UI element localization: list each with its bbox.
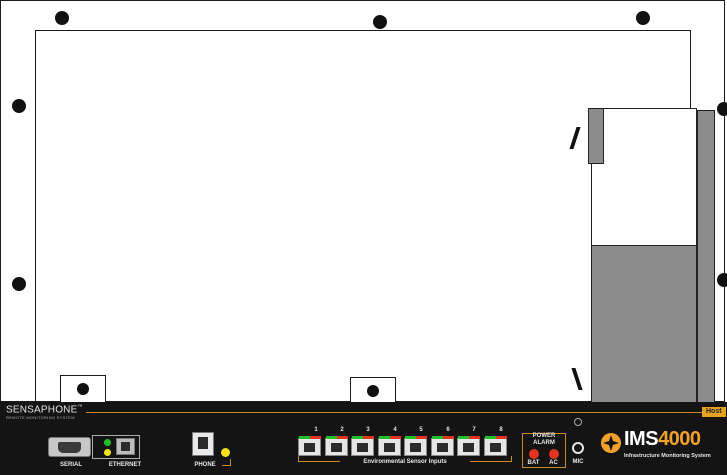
power-module-clip: [588, 108, 604, 164]
mic-button[interactable]: [572, 442, 584, 454]
sensor-input-4[interactable]: [378, 436, 401, 456]
sensor-input-5[interactable]: [404, 436, 427, 456]
screw-icon: [12, 99, 26, 113]
sensor-input-3[interactable]: [351, 436, 374, 456]
ethernet-label: ETHERNET: [108, 462, 142, 468]
db9-connector-icon: [58, 442, 81, 453]
product-name: IMS4000: [624, 428, 701, 450]
power-module-body: [591, 246, 697, 402]
power-module-cover: [591, 108, 697, 246]
sensor-number: 8: [499, 427, 503, 433]
serial-label: SERIAL: [59, 462, 82, 468]
screw-icon: [717, 102, 727, 116]
sensor-number: 4: [393, 427, 397, 433]
brand-name: SENSAPHONE™: [6, 404, 83, 416]
sensor-input-8[interactable]: [484, 436, 507, 456]
reset-hole-icon: [574, 418, 582, 426]
sensor-input-2[interactable]: [325, 436, 348, 456]
ethernet-link-led: [104, 439, 111, 446]
phone-status-led: [221, 448, 230, 457]
sensor-number: 7: [472, 427, 476, 433]
ac-alarm-led: [549, 449, 559, 459]
screw-icon: [717, 273, 727, 287]
mic-label: MIC: [572, 459, 584, 465]
host-badge: Host: [702, 407, 726, 417]
sensor-input-7[interactable]: [457, 436, 480, 456]
ethernet-port[interactable]: [116, 438, 135, 455]
power-module-strip: [697, 110, 715, 402]
phone-label: PHONE: [194, 462, 216, 468]
screw-icon: [12, 277, 26, 291]
sensor-number: 2: [340, 427, 344, 433]
panel-divider-line: [86, 412, 702, 413]
phone-jack[interactable]: [192, 432, 214, 456]
sensor-number: 1: [314, 427, 318, 433]
brand-subtitle: REMOTE MONITORING SYSTEM: [6, 415, 75, 420]
sensor-number: 6: [446, 427, 450, 433]
mounting-tab: [60, 375, 106, 403]
sensor-input-1[interactable]: [298, 436, 321, 456]
battery-alarm-led: [529, 449, 539, 459]
phone-bracket: [222, 459, 231, 466]
screw-icon: [636, 11, 650, 25]
product-subtitle: Infrastructure Monitoring System: [624, 453, 711, 459]
serial-port[interactable]: [48, 437, 91, 457]
sensor-inputs-label: Environmental Sensor Inputs: [340, 459, 470, 465]
ethernet-activity-led: [104, 449, 111, 456]
sensor-input-6[interactable]: [431, 436, 454, 456]
screw-icon: [55, 11, 69, 25]
mounting-tab: [350, 377, 396, 405]
sensor-number: 3: [366, 427, 370, 433]
power-alarm-title: POWER ALARM: [532, 433, 556, 446]
ims-logo-icon: [601, 433, 621, 453]
ac-label: AC: [549, 460, 558, 466]
sensor-number: 5: [419, 427, 423, 433]
screw-icon: [373, 15, 387, 29]
bat-label: BAT: [527, 460, 540, 466]
